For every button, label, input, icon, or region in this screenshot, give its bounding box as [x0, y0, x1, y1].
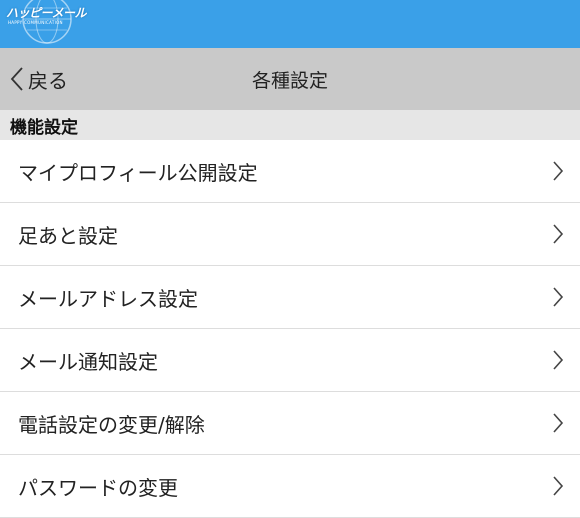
chevron-right-icon	[553, 350, 564, 370]
chevron-right-icon	[553, 287, 564, 307]
chevron-right-icon	[553, 476, 564, 496]
logo-text: ハッピーメール	[6, 6, 87, 20]
list-item-mail-notification[interactable]: メール通知設定	[0, 329, 580, 392]
chevron-right-icon	[553, 161, 564, 181]
list-item-label: メール通知設定	[18, 349, 158, 374]
list-item-label: 足あと設定	[18, 223, 118, 248]
app-header: ハッピーメール HAPPY COMMUNICATION	[0, 0, 580, 48]
chevron-right-icon	[553, 224, 564, 244]
logo-subtext: HAPPY COMMUNICATION	[8, 20, 63, 25]
list-item-email-address[interactable]: メールアドレス設定	[0, 266, 580, 329]
app-logo[interactable]: ハッピーメール HAPPY COMMUNICATION	[6, 0, 88, 48]
list-item-label: メールアドレス設定	[18, 286, 198, 311]
page-title: 各種設定	[251, 69, 328, 92]
navigation-bar: 戻る 各種設定	[0, 48, 580, 110]
back-button[interactable]: 戻る	[10, 48, 68, 110]
list-item-footprint[interactable]: 足あと設定	[0, 203, 580, 266]
list-item-phone-settings[interactable]: 電話設定の変更/解除	[0, 392, 580, 455]
list-item-profile-visibility[interactable]: マイプロフィール公開設定	[0, 140, 580, 203]
back-label: 戻る	[28, 68, 68, 93]
settings-list: マイプロフィール公開設定 足あと設定 メールアドレス設定 メール通知設定 電話設…	[0, 140, 580, 518]
chevron-right-icon	[553, 413, 564, 433]
section-header: 機能設定	[0, 110, 580, 140]
chevron-left-icon	[10, 67, 23, 91]
list-item-label: パスワードの変更	[18, 475, 178, 500]
list-item-label: 電話設定の変更/解除	[18, 412, 205, 437]
list-item-password[interactable]: パスワードの変更	[0, 455, 580, 518]
list-item-label: マイプロフィール公開設定	[18, 160, 258, 185]
